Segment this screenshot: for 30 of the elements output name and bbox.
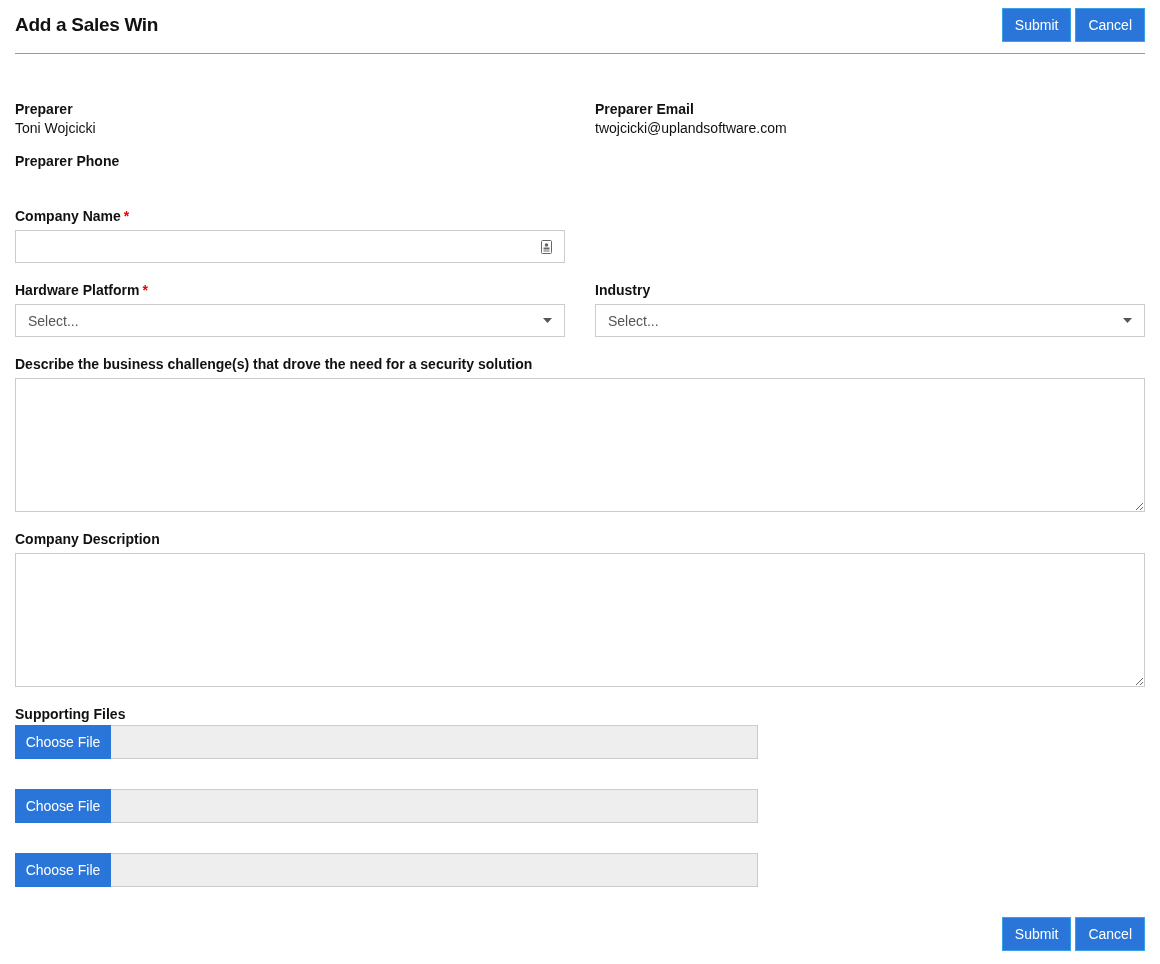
contact-card-icon bbox=[541, 239, 552, 254]
text-field[interactable] bbox=[15, 230, 565, 263]
page-title: Add a Sales Win bbox=[15, 13, 159, 36]
choose-file-button[interactable]: Choose File bbox=[15, 853, 111, 887]
info-label: Preparer Email bbox=[595, 100, 695, 118]
file-field[interactable]: Choose File bbox=[15, 853, 758, 887]
caret-icon bbox=[543, 318, 552, 323]
info-value: twojcicki@uplandsoftware.com bbox=[595, 119, 788, 138]
field-label: Describe the business challenge(s) that drove the need for a security solution bbox=[15, 355, 534, 373]
cancel-button[interactable]: Cancel bbox=[1075, 917, 1145, 951]
file-field[interactable]: Choose File bbox=[15, 725, 758, 759]
caret-icon bbox=[1123, 318, 1132, 323]
field-label: Industry bbox=[595, 281, 652, 299]
cancel-button[interactable]: Cancel bbox=[1075, 7, 1145, 42]
field-label: Hardware Platform * bbox=[15, 281, 149, 299]
choose-file-button[interactable]: Choose File bbox=[15, 725, 111, 759]
submit-button[interactable]: Submit bbox=[1001, 7, 1072, 42]
field-label: Company Name * bbox=[15, 207, 131, 225]
info-label: Preparer bbox=[15, 100, 74, 118]
info-label: Preparer Phone bbox=[15, 152, 121, 170]
select-field[interactable]: Select... bbox=[15, 304, 565, 337]
file-field[interactable]: Choose File bbox=[15, 789, 758, 823]
submit-button[interactable]: Submit bbox=[1001, 917, 1072, 951]
text-area[interactable] bbox=[15, 378, 1145, 512]
choose-file-button[interactable]: Choose File bbox=[15, 789, 111, 823]
field-label: Supporting Files bbox=[15, 705, 127, 723]
info-value: Toni Wojcicki bbox=[15, 119, 97, 138]
field-label: Company Description bbox=[15, 530, 161, 548]
select-field[interactable]: Select... bbox=[595, 304, 1145, 337]
text-area[interactable] bbox=[15, 553, 1145, 687]
